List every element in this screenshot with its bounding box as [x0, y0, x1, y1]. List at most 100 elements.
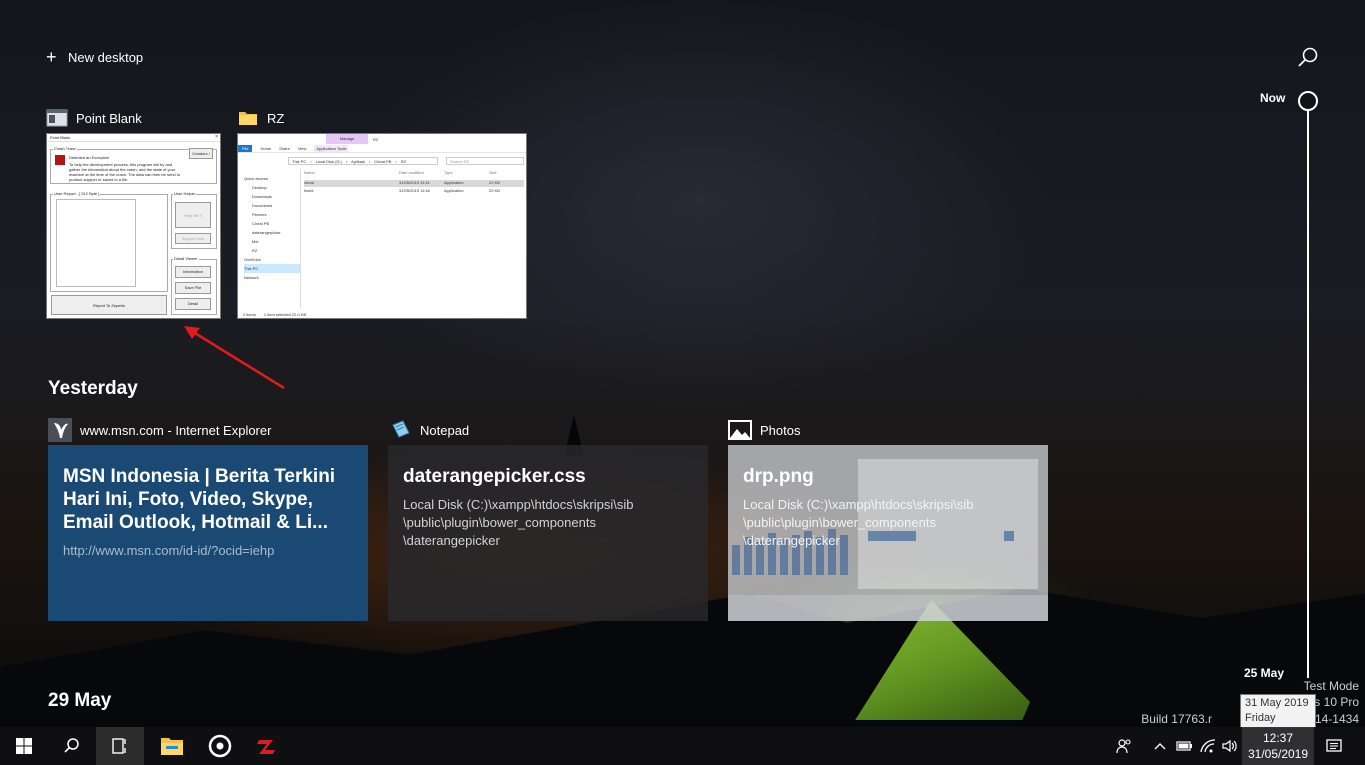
column-header[interactable]: Size [489, 170, 519, 175]
card-title: MSN Indonesia | Berita Terkini Hari Ini,… [63, 466, 336, 533]
file-list-header: Name Date modified Type Size [304, 170, 524, 175]
card-title: drp.png [743, 466, 814, 487]
action-center-button[interactable] [1322, 727, 1346, 765]
card-subtitle: Local Disk (C:)\xampp\htdocs\skripsi\sib… [403, 497, 634, 548]
file-date: 31/05/2019 11:41 [399, 180, 430, 185]
groove-music-taskbar-button[interactable] [196, 727, 244, 765]
thumb-caption: Point Blank [50, 135, 71, 140]
file-explorer-taskbar-button[interactable] [148, 727, 196, 765]
clock-time: 12:37 [1262, 731, 1294, 745]
exception-description: To help the development process, this pr… [69, 162, 181, 182]
ribbon-tab-application-tools[interactable]: Application Tools [314, 144, 349, 152]
timeline-track[interactable] [1307, 110, 1309, 678]
table-row[interactable]: cheat 31/05/2019 11:41 Application 22 KB [304, 180, 524, 187]
nav-item[interactable]: Quick access [244, 174, 300, 183]
task-view-button[interactable] [96, 727, 144, 765]
battery-button[interactable] [1172, 727, 1196, 765]
timeline-card-photos[interactable]: drp.png Local Disk (C:)\xampp\htdocs\skr… [728, 445, 1048, 621]
nav-item[interactable]: This PC [244, 264, 300, 273]
nav-item[interactable]: Pictures [244, 210, 300, 219]
detail-viewer-label: Detail Viewer [173, 256, 199, 261]
column-header[interactable]: Name [304, 170, 399, 175]
card-subtitle: http://www.msn.com/id-id/?ocid=iehp [63, 543, 275, 558]
nav-item[interactable]: Downloads [244, 192, 300, 201]
manage-tab[interactable]: Manage [326, 134, 368, 144]
address-bar[interactable]: This PC › Local Disk (D:) › Aplikasi › Chea… [288, 157, 438, 165]
path-segment: Cheat PB [374, 158, 392, 164]
groove-music-icon [208, 734, 232, 758]
rz-tab-title: RZ [373, 137, 379, 142]
nav-item[interactable]: daterangepicker [244, 228, 300, 237]
path-segment: Aplikasi [351, 158, 365, 164]
file-name: cheat [304, 180, 314, 185]
detail-button[interactable]: Detail [175, 298, 211, 310]
support-link-button[interactable]: Support Link [175, 233, 211, 244]
task-view-icon [112, 738, 126, 754]
point-blank-taskbar-button[interactable] [244, 727, 292, 765]
ribbon-tabs: File Home Share View Application Tools [238, 144, 526, 153]
file-date: 31/05/2019 11:46 [399, 188, 430, 193]
search-rz-input[interactable]: Search RZ [446, 157, 524, 165]
user-helper-label: User Helper [173, 191, 197, 196]
user-report-label: User Report - [ 512 Byte ] [53, 191, 101, 196]
path-segment: This PC [292, 158, 307, 164]
help-me-button[interactable]: Help Me !! [175, 202, 211, 228]
nav-item[interactable]: Desktop [244, 183, 300, 192]
nav-item[interactable]: Mei [244, 237, 300, 246]
battery-icon [1176, 741, 1192, 751]
start-button[interactable] [0, 727, 48, 765]
window-thumbnail-rz[interactable]: Manage RZ File Home Share View Applicati… [237, 133, 527, 319]
show-hidden-icons-button[interactable] [1148, 727, 1172, 765]
nav-item[interactable]: Documents [244, 201, 300, 210]
timeline-card-msn[interactable]: MSN Indonesia | Berita Terkini Hari Ini,… [48, 445, 368, 621]
ribbon-tab-view[interactable]: View [298, 146, 307, 151]
status-selected: 1 item selected 22,0 KB [263, 312, 307, 317]
search-icon [1298, 47, 1318, 67]
wifi-button[interactable] [1196, 727, 1220, 765]
plus-icon: + [46, 47, 57, 67]
nav-item[interactable]: RZ [244, 246, 300, 255]
table-row[interactable]: fwold 31/05/2019 11:46 Application 22 KB [304, 188, 524, 195]
save-file-button[interactable]: Save File [175, 282, 211, 294]
ribbon-tab-home[interactable]: Home [260, 146, 271, 151]
close-icon: × [215, 134, 218, 140]
report-to-zepetto-button[interactable]: Report To Zepetto [51, 295, 167, 315]
file-size: 22 KB [489, 188, 500, 193]
card-app-label-notepad: Notepad [388, 418, 469, 442]
nav-item[interactable]: Cheat PB [244, 219, 300, 228]
card-app-label-photos: Photos [728, 418, 800, 442]
watermark-build: Build 17763.r [1141, 712, 1212, 726]
folder-icon [239, 112, 257, 125]
timeline-scrubber-handle[interactable] [1298, 91, 1318, 111]
status-items: 2 items [243, 312, 256, 317]
timeline-card-notepad[interactable]: daterangepicker.css Local Disk (C:)\xamp… [388, 445, 708, 621]
user-report-textarea[interactable] [56, 199, 136, 287]
date-tooltip: 31 May 2019 Friday [1240, 694, 1316, 728]
new-desktop-button[interactable]: + New desktop [46, 46, 143, 68]
people-icon [1116, 739, 1131, 754]
nav-item[interactable]: Network [244, 273, 300, 282]
ribbon-tab-share[interactable]: Share [279, 146, 290, 151]
wifi-icon [1200, 739, 1216, 753]
nav-pane: Quick access Desktop Downloads Documents… [244, 174, 300, 282]
information-button[interactable]: Information [175, 266, 211, 278]
tooltip-date: 31 May 2019 [1245, 697, 1309, 709]
ribbon-tab-file[interactable]: File [238, 144, 253, 152]
people-button[interactable] [1112, 727, 1136, 765]
column-header[interactable]: Date modified [399, 170, 444, 175]
card-subtitle: Local Disk (C:)\xampp\htdocs\skripsi\sib… [743, 497, 974, 548]
windows-logo-icon [16, 738, 32, 754]
search-taskbar-button[interactable] [48, 727, 96, 765]
nav-item[interactable]: OneDrive [244, 255, 300, 264]
window-title-point-blank: Point Blank [46, 108, 142, 128]
window-thumbnail-point-blank[interactable]: Point Blank × Crash Trace Detected an Ex… [46, 133, 221, 319]
column-header[interactable]: Type [444, 170, 489, 175]
exception-text: Detected an Exception [69, 155, 110, 160]
volume-button[interactable] [1218, 727, 1242, 765]
taskbar-clock[interactable]: 12:37 31/05/2019 [1242, 727, 1314, 765]
file-type: Application [444, 188, 464, 193]
new-desktop-label: New desktop [68, 49, 144, 65]
search-button[interactable] [1296, 46, 1320, 70]
creators-button[interactable]: Creators ! [189, 148, 213, 159]
app-window-icon [46, 109, 68, 127]
